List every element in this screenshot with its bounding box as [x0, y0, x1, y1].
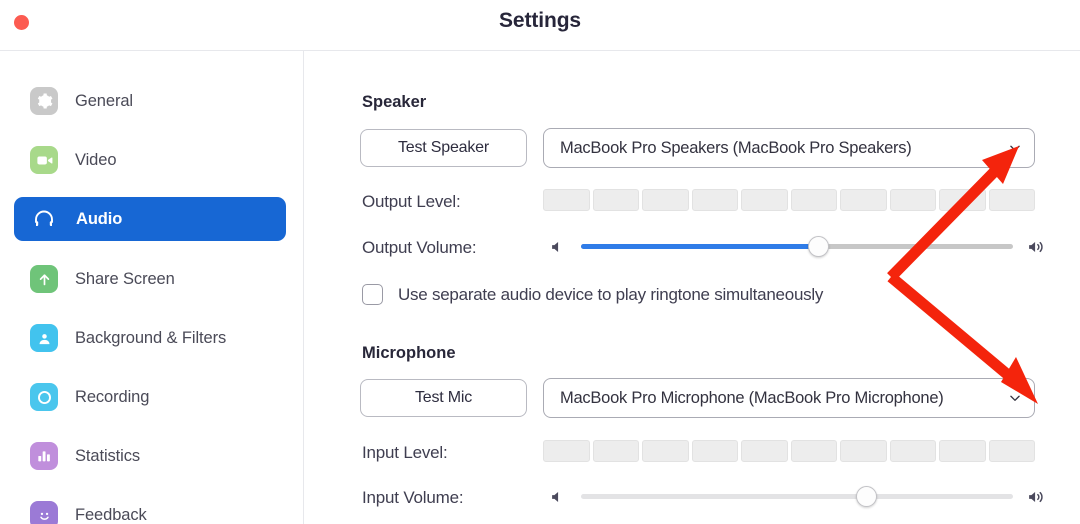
- microphone-section-heading: Microphone: [362, 344, 456, 362]
- headphones-icon: [29, 205, 59, 233]
- record-circle-icon: [30, 383, 58, 411]
- input-volume-label: Input Volume:: [362, 488, 464, 507]
- output-volume-fill: [581, 244, 819, 249]
- output-volume-thumb[interactable]: [808, 236, 830, 257]
- meter-segment: [543, 189, 590, 211]
- output-volume-track[interactable]: [581, 244, 1013, 249]
- test-speaker-button[interactable]: Test Speaker: [360, 129, 527, 167]
- sidebar-item-video[interactable]: Video: [14, 138, 286, 182]
- audio-settings-panel: Speaker Test Speaker MacBook Pro Speaker…: [305, 51, 1080, 524]
- meter-segment: [988, 189, 1035, 211]
- sidebar-item-share-screen[interactable]: Share Screen: [14, 257, 286, 301]
- speaker-device-dropdown[interactable]: MacBook Pro Speakers (MacBook Pro Speake…: [543, 128, 1035, 168]
- gear-icon: [30, 87, 58, 115]
- speaker-high-icon: [1029, 491, 1043, 503]
- input-level-meter: [543, 440, 1035, 462]
- meter-segment: [592, 189, 639, 211]
- input-volume-slider[interactable]: [543, 483, 1043, 511]
- video-camera-icon: [30, 146, 58, 174]
- meter-segment: [840, 440, 887, 462]
- meter-segment: [642, 440, 689, 462]
- meter-segment: [790, 189, 837, 211]
- meter-segment: [988, 440, 1035, 462]
- meter-segment: [741, 189, 788, 211]
- meter-segment: [889, 440, 936, 462]
- speaker-section-heading: Speaker: [362, 93, 427, 111]
- sidebar-item-recording[interactable]: Recording: [14, 375, 286, 419]
- meter-segment: [642, 189, 689, 211]
- sidebar-item-label: Statistics: [75, 446, 141, 465]
- speaker-device-value: MacBook Pro Speakers (MacBook Pro Speake…: [560, 138, 912, 157]
- meter-segment: [840, 189, 887, 211]
- output-volume-label: Output Volume:: [362, 238, 477, 257]
- share-screen-icon: [30, 265, 58, 293]
- meter-segment: [543, 440, 590, 462]
- sidebar-item-feedback[interactable]: Feedback: [14, 493, 286, 524]
- output-level-label: Output Level:: [362, 192, 461, 211]
- output-volume-slider[interactable]: [543, 233, 1043, 261]
- input-volume-thumb[interactable]: [855, 486, 877, 507]
- smiley-face-icon: [30, 501, 58, 524]
- bar-chart-icon: [30, 442, 58, 470]
- ringtone-device-checkbox[interactable]: [362, 284, 383, 305]
- sidebar-item-label: Background & Filters: [75, 328, 227, 347]
- microphone-device-dropdown[interactable]: MacBook Pro Microphone (MacBook Pro Micr…: [543, 378, 1035, 418]
- meter-segment: [691, 189, 738, 211]
- output-level-meter: [543, 189, 1035, 211]
- speaker-low-icon: [552, 491, 559, 503]
- input-volume-track[interactable]: [581, 494, 1013, 499]
- sidebar: General Video Audio Share Screen Backgro…: [0, 51, 304, 524]
- speaker-high-icon: [1029, 241, 1043, 253]
- meter-segment: [691, 440, 738, 462]
- meter-segment: [790, 440, 837, 462]
- meter-segment: [741, 440, 788, 462]
- title-bar: Settings: [0, 0, 1080, 51]
- ringtone-device-checkbox-row[interactable]: Use separate audio device to play ringto…: [362, 284, 823, 305]
- sidebar-item-label: Audio: [76, 209, 123, 228]
- meter-segment: [939, 189, 986, 211]
- page-title: Settings: [498, 9, 582, 32]
- test-mic-button[interactable]: Test Mic: [360, 379, 527, 417]
- meter-segment: [939, 440, 986, 462]
- sidebar-item-label: Recording: [75, 387, 150, 406]
- sidebar-item-general[interactable]: General: [14, 79, 286, 123]
- input-level-label: Input Level:: [362, 443, 448, 462]
- sidebar-item-audio[interactable]: Audio: [14, 197, 286, 241]
- sidebar-item-label: Share Screen: [75, 269, 175, 288]
- chevron-down-icon[interactable]: [1008, 391, 1022, 405]
- person-card-icon: [30, 324, 58, 352]
- chevron-down-icon[interactable]: [1008, 141, 1022, 155]
- settings-window: Settings General Video Audio Share Scree…: [0, 0, 1080, 524]
- speaker-low-icon: [552, 241, 559, 253]
- meter-segment: [592, 440, 639, 462]
- ringtone-device-label: Use separate audio device to play ringto…: [398, 284, 824, 304]
- sidebar-item-label: Video: [75, 150, 117, 169]
- microphone-device-value: MacBook Pro Microphone (MacBook Pro Micr…: [560, 388, 944, 407]
- meter-segment: [889, 189, 936, 211]
- sidebar-item-background-filters[interactable]: Background & Filters: [14, 316, 286, 360]
- sidebar-item-label: General: [75, 91, 134, 110]
- sidebar-item-statistics[interactable]: Statistics: [14, 434, 286, 478]
- sidebar-item-label: Feedback: [75, 505, 147, 524]
